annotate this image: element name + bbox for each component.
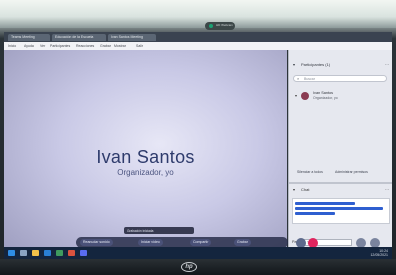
menu-item[interactable]: Ver [40,44,45,48]
share-button[interactable]: Compartir [190,239,212,246]
chat-messages-area [292,198,390,224]
chat-header: ▾ Chat ⋯ [293,187,389,194]
participant-role: Organizador, yo [313,96,338,100]
search-icon[interactable] [20,250,27,256]
system-clock[interactable]: 10:24 12/05/2021 [370,249,388,257]
webcam-label: HD Webcam [216,23,233,27]
record-button[interactable]: Grabar [234,239,251,246]
laptop-bezel-bottom [0,259,396,275]
chevron-down-icon[interactable]: ▾ [295,93,297,98]
hp-logo: hp [181,262,197,272]
chat-message-line [295,207,383,210]
presenter-role: Organizador, yo [117,168,174,177]
participants-header: ▾ Participantes (1) ⋯ [293,62,389,69]
start-menu-icon[interactable] [8,250,15,256]
chat-message-line [295,202,355,205]
menu-item[interactable]: Salir [136,44,143,48]
window-tab[interactable]: Ivan Santos Meeting [108,34,156,41]
menu-item[interactable]: Grabar [100,44,111,48]
webcam-icon: HD Webcam [205,22,235,30]
mute-all-button[interactable]: Silenciar a todos [297,170,323,174]
panel-divider [289,182,392,184]
menu-item[interactable]: Participantes [50,44,70,48]
avatar [301,92,309,100]
manage-permissions-button[interactable]: Administrar permisos [335,170,368,174]
unmute-button[interactable]: Reanudar sonido [80,239,113,246]
photo-of-laptop-screen: HD Webcam Teams Meeting Educación de la … [0,0,396,275]
teams-icon[interactable] [80,250,87,256]
menu-item[interactable]: Ayuda [24,44,34,48]
menu-item[interactable]: Mostrar [114,44,126,48]
meeting-menubar: Inicio Ayuda Ver Participantes Reaccione… [4,42,392,50]
search-placeholder: Buscar [304,76,315,81]
recording-tooltip: Grabación iniciada [124,227,194,234]
os-taskbar: 10:24 12/05/2021 [4,247,392,259]
laptop-screen: Teams Meeting Educación de la Escuela Iv… [4,32,392,259]
chevron-down-icon[interactable]: ▾ [293,62,295,67]
more-options-icon[interactable]: ⋯ [385,62,389,67]
chevron-down-icon[interactable]: ▾ [293,187,295,192]
window-titlebar: Teams Meeting Educación de la Escuela Iv… [4,32,392,42]
participant-name: Ivan Santos [313,91,334,95]
chat-message-line [295,212,335,215]
chat-title: Chat [301,187,310,192]
participant-row[interactable]: ▾ Ivan Santos Organizador, yo [295,90,387,104]
menu-item[interactable]: Reacciones [76,44,94,48]
participants-title: Participantes (1) [301,62,331,67]
app-icon[interactable] [56,250,63,256]
file-explorer-icon[interactable] [32,250,39,256]
participants-search-input[interactable]: ⌕ Buscar [293,75,387,82]
window-tab[interactable]: Teams Meeting [8,34,50,41]
presenter-name: Ivan Santos [96,147,195,167]
clock-date: 12/05/2021 [370,253,388,257]
laptop-bezel-top [0,0,396,28]
menu-item[interactable]: Inicio [8,44,16,48]
more-options-icon[interactable]: ⋯ [385,187,389,192]
window-tab[interactable]: Educación de la Escuela [52,34,106,41]
browser-icon[interactable] [44,250,51,256]
app-icon[interactable] [68,250,75,256]
webcam-lens [209,24,213,28]
search-icon: ⌕ [297,76,300,81]
start-video-button[interactable]: Iniciar vídeo [138,239,163,246]
right-side-panel: ▾ Participantes (1) ⋯ ⌕ Buscar ▾ Ivan Sa… [288,50,392,259]
